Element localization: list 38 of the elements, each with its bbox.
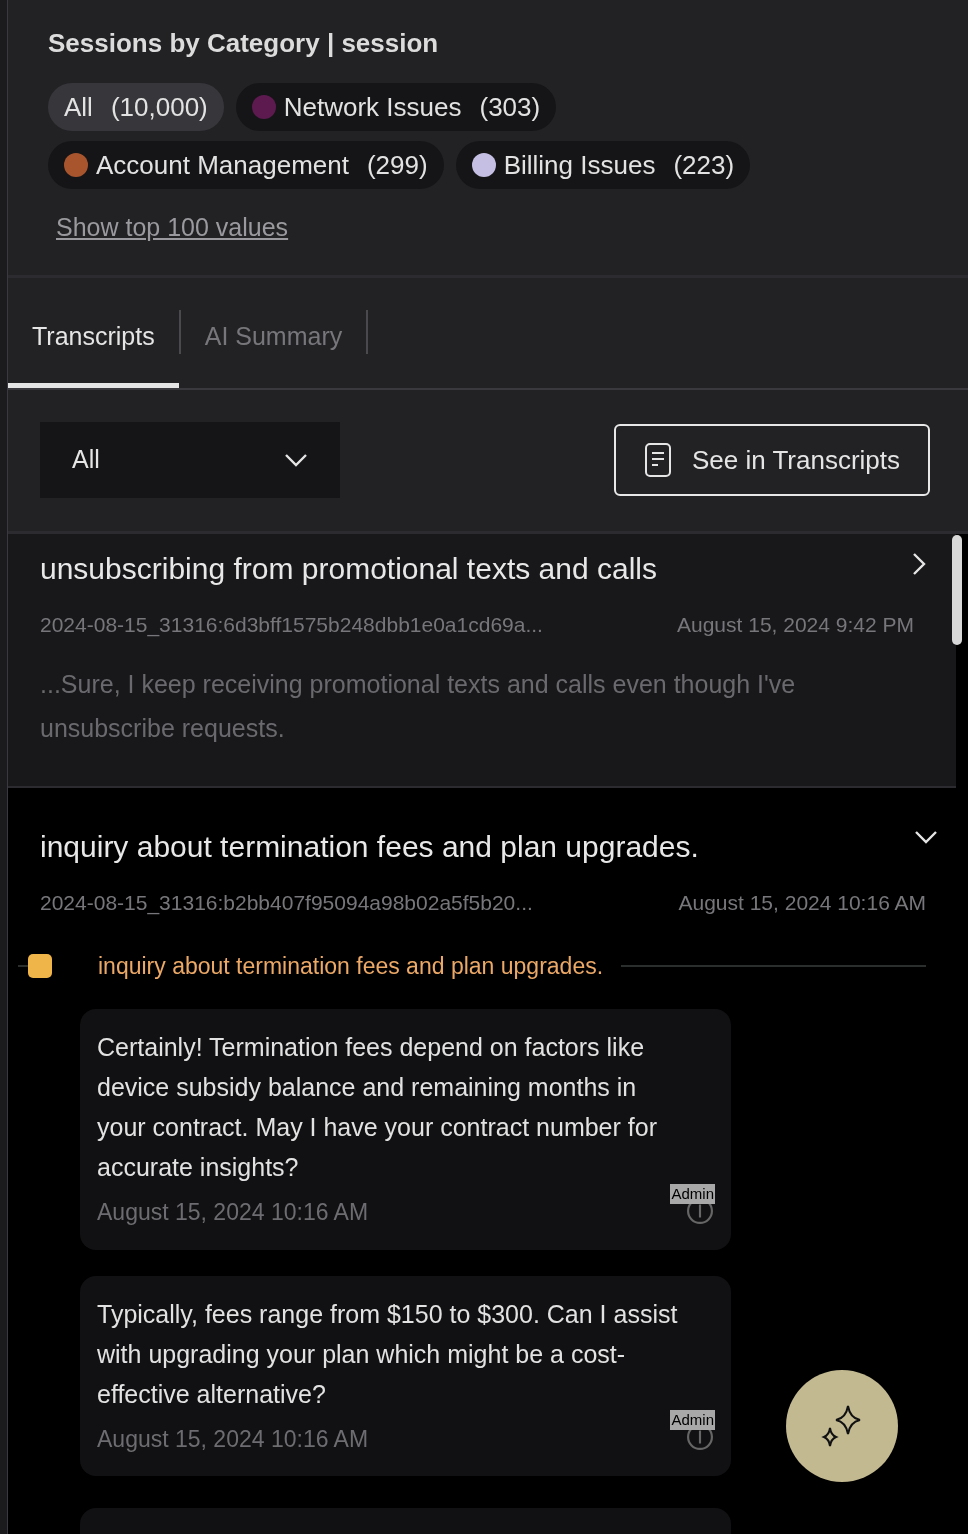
- session-time: August 15, 2024 9:42 PM: [677, 611, 914, 638]
- chip-count: (299): [366, 148, 428, 182]
- session-id: 2024-08-15_31316:6d3bff1575b248dbb1e0a1cd69a...: [40, 611, 543, 639]
- category-chip[interactable]: Account Management (299): [48, 141, 444, 189]
- chip-count: (303): [479, 90, 541, 124]
- filter-value: All: [72, 444, 100, 476]
- session-snippet: ...Sure, I keep receiving promotional texts and calls even though I've unsubscribe requests.: [40, 669, 797, 744]
- session-title[interactable]: inquiry about termination fees and plan upgrades.: [40, 824, 699, 869]
- chip-count: (10,000): [110, 90, 208, 124]
- filter-dropdown[interactable]: All: [40, 422, 340, 498]
- session-title[interactable]: unsubscribing from promotional texts and calls: [40, 545, 657, 591]
- message-text: Certainly! Termination fees depend on factors like device subsidy balance and remaining months in your contract. May I have your contract number for accurate insights?: [97, 1032, 658, 1183]
- category-chip[interactable]: Network Issues (303): [235, 83, 557, 131]
- tab[interactable]: AI Summary: [180, 309, 367, 388]
- chip-label: All: [64, 90, 93, 124]
- chevron-right-icon[interactable]: [912, 551, 926, 576]
- session-id: 2024-08-15_31316:b2bb407f95094a98b02a5f5b20...: [40, 890, 533, 917]
- topic-label: inquiry about termination fees and plan upgrades.: [98, 951, 604, 981]
- chip-label: Account Management: [96, 148, 349, 182]
- chevron-down-icon: [284, 453, 308, 467]
- chevron-down-icon[interactable]: [914, 830, 938, 844]
- session-time: August 15, 2024 10:16 AM: [678, 890, 926, 916]
- document-icon: [643, 442, 672, 478]
- panel-title: Sessions by Category | session: [48, 27, 440, 60]
- role-badge: Admin: [670, 1410, 715, 1430]
- scrollbar[interactable]: [952, 535, 962, 645]
- message-text: Typically, fees range from $150 to $300. Can I assist with upgrading your plan which might be a cost-effective alternative?: [97, 1298, 679, 1410]
- category-chip[interactable]: Billing Issues (223): [455, 141, 751, 189]
- chip-label: Billing Issues: [503, 148, 656, 182]
- message-time: August 15, 2024 10:16 AM: [97, 1198, 369, 1227]
- tab[interactable]: Transcripts: [8, 309, 179, 388]
- show-more-link[interactable]: Show top 100 values: [56, 213, 289, 241]
- chip-count: (223): [673, 148, 735, 182]
- chip-label: Network Issues: [283, 90, 462, 124]
- role-badge: Admin: [670, 1183, 715, 1204]
- message-time: August 15, 2024 10:16 AM: [97, 1424, 369, 1454]
- see-in-transcripts-button[interactable]: See in Transcripts: [613, 424, 930, 496]
- category-chip[interactable]: All (10,000): [48, 83, 224, 131]
